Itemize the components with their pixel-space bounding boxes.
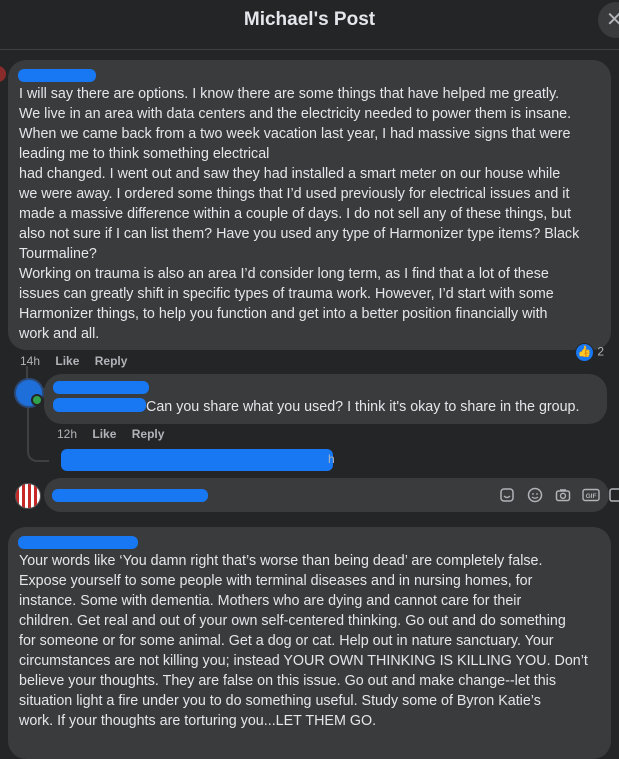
gif-icon[interactable]: GIF: [582, 487, 600, 503]
comment-text: I will say there are options. I know the…: [19, 86, 580, 342]
redacted-mention[interactable]: [53, 398, 146, 412]
redacted-author-name[interactable]: [18, 536, 138, 549]
stamp-icon[interactable]: [609, 487, 619, 503]
reply-button[interactable]: Reply: [132, 427, 165, 441]
reply-timestamp[interactable]: 12h: [57, 427, 77, 441]
gif-label: GIF: [586, 493, 597, 500]
like-button[interactable]: Like: [92, 427, 116, 441]
user-avatar: [15, 483, 41, 509]
thread-timestamp-suffix: h: [328, 452, 335, 466]
comment-text: Your words like ‘You damn right that’s w…: [19, 553, 588, 729]
reaction-count: 2: [597, 344, 605, 359]
redacted-author-name[interactable]: [18, 69, 96, 82]
online-status-icon: [31, 394, 43, 406]
emoji-icon[interactable]: [527, 487, 543, 503]
redacted-view-replies[interactable]: [61, 449, 333, 471]
post-header: Michael's Post ✕: [0, 0, 619, 50]
close-button[interactable]: ✕: [598, 2, 619, 38]
thumbs-up-icon: 👍: [575, 343, 594, 362]
reaction-summary[interactable]: 👍 2: [575, 343, 605, 362]
camera-icon[interactable]: [555, 487, 571, 503]
reply-text: Can you share what you used? I think it'…: [146, 399, 580, 415]
reply-button[interactable]: Reply: [95, 354, 128, 368]
avatar[interactable]: [0, 66, 6, 82]
redacted-reply-placeholder: [52, 489, 208, 502]
close-icon: ✕: [606, 9, 619, 31]
page-title: Michael's Post: [243, 9, 376, 30]
like-button[interactable]: Like: [55, 354, 79, 368]
reply-actions: 12h Like Reply: [57, 427, 176, 441]
redacted-author-name[interactable]: [53, 381, 149, 394]
sticker-icon[interactable]: [499, 487, 515, 503]
